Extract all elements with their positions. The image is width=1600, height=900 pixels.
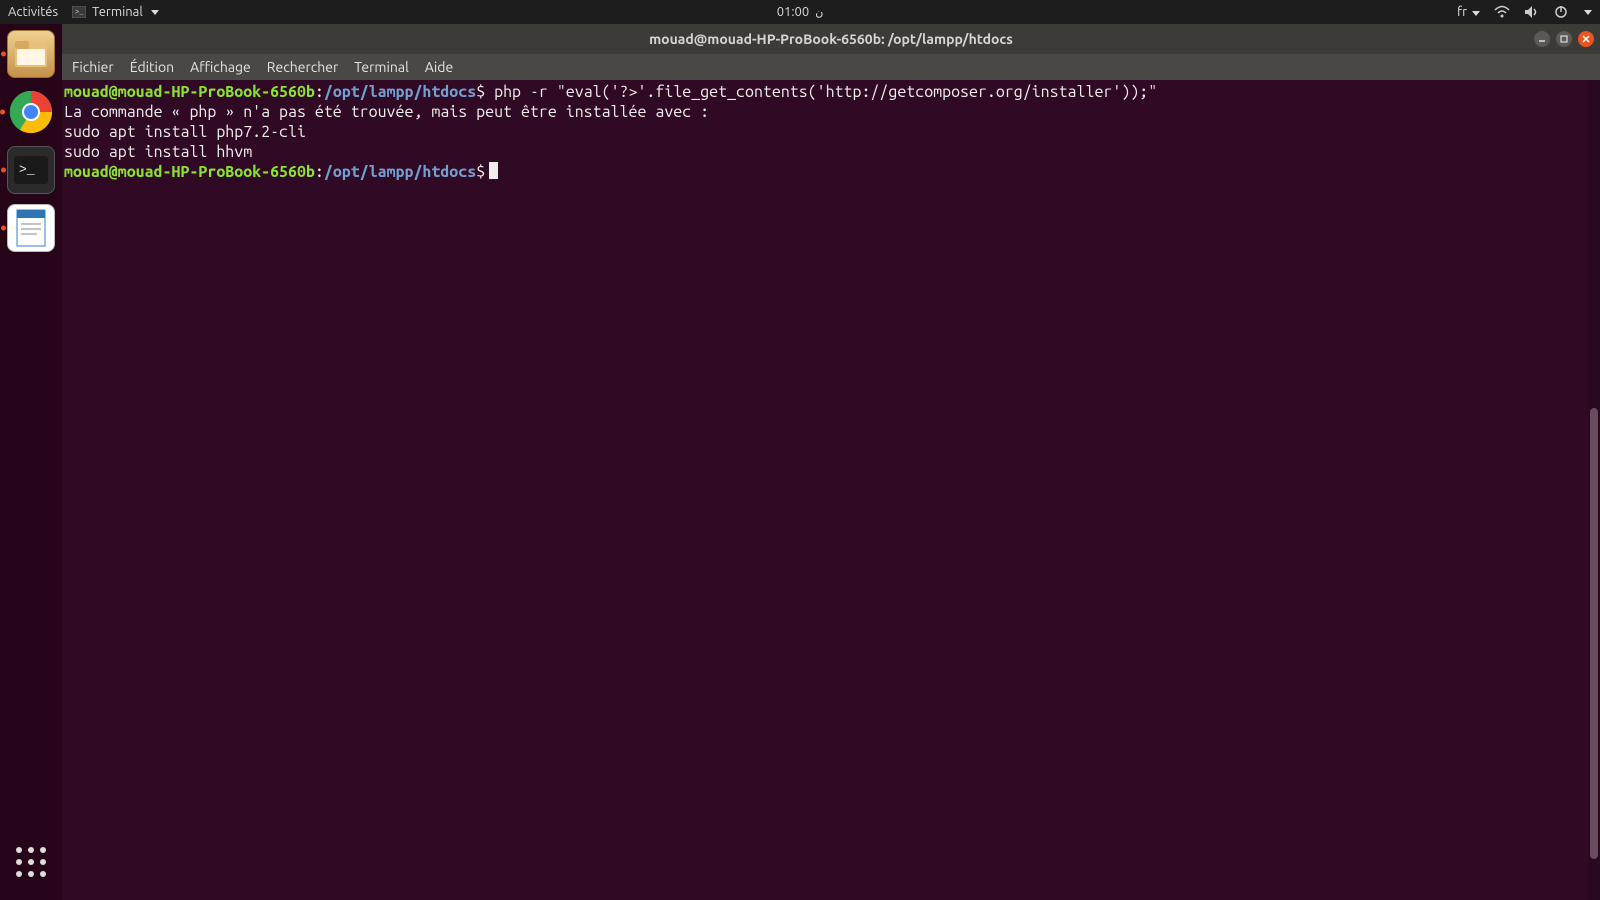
app-menu-label: Terminal bbox=[92, 5, 143, 19]
terminal-window: mouad@mouad-HP-ProBook-6560b: /opt/lampp… bbox=[62, 24, 1600, 900]
chrome-app-icon[interactable] bbox=[7, 88, 55, 136]
wifi-icon[interactable] bbox=[1494, 5, 1510, 19]
activities-button[interactable]: Activités bbox=[8, 5, 58, 19]
show-applications-button[interactable] bbox=[7, 838, 55, 886]
window-controls bbox=[1534, 31, 1594, 47]
window-title: mouad@mouad-HP-ProBook-6560b: /opt/lampp… bbox=[649, 31, 1013, 47]
ubuntu-dock: >_ bbox=[0, 24, 62, 900]
chevron-down-icon bbox=[1584, 10, 1592, 15]
error-line: La commande « php » n'a pas été trouvée,… bbox=[64, 102, 1598, 122]
minimize-button[interactable] bbox=[1534, 31, 1550, 47]
clock-time: 01:00 bbox=[777, 5, 810, 19]
writer-app-icon[interactable] bbox=[7, 204, 55, 252]
terminal-app-icon[interactable]: >_ bbox=[7, 146, 55, 194]
chevron-down-icon bbox=[151, 10, 159, 15]
menu-terminal[interactable]: Terminal bbox=[354, 59, 409, 75]
menu-fichier[interactable]: Fichier bbox=[72, 59, 114, 75]
menu-affichage[interactable]: Affichage bbox=[190, 59, 251, 75]
terminal-menubar: Fichier Édition Affichage Rechercher Ter… bbox=[62, 54, 1600, 80]
terminal-small-icon: >_ bbox=[72, 6, 86, 18]
menu-edition[interactable]: Édition bbox=[130, 59, 174, 75]
text-cursor bbox=[489, 162, 498, 179]
scrollbar-thumb[interactable] bbox=[1590, 408, 1598, 859]
app-menu[interactable]: >_ Terminal bbox=[72, 5, 159, 19]
menu-rechercher[interactable]: Rechercher bbox=[267, 59, 338, 75]
maximize-button[interactable] bbox=[1556, 31, 1572, 47]
window-titlebar[interactable]: mouad@mouad-HP-ProBook-6560b: /opt/lampp… bbox=[62, 24, 1600, 54]
terminal-content[interactable]: mouad@mouad-HP-ProBook-6560b:/opt/lampp/… bbox=[62, 80, 1600, 900]
suggestion-line-1: sudo apt install php7.2-cli bbox=[64, 122, 1598, 142]
terminal-scrollbar[interactable] bbox=[1588, 80, 1600, 900]
prompt-line-2: mouad@mouad-HP-ProBook-6560b:/opt/lampp/… bbox=[64, 162, 1598, 182]
svg-text:>_: >_ bbox=[19, 162, 35, 177]
svg-text:>_: >_ bbox=[75, 9, 84, 17]
keyboard-layout-indicator[interactable]: fr bbox=[1457, 5, 1480, 19]
volume-icon[interactable] bbox=[1524, 5, 1540, 19]
suggestion-line-2: sudo apt install hhvm bbox=[64, 142, 1598, 162]
close-button[interactable] bbox=[1578, 31, 1594, 47]
chevron-down-icon bbox=[1472, 11, 1480, 16]
power-icon[interactable] bbox=[1554, 5, 1568, 19]
menu-aide[interactable]: Aide bbox=[425, 59, 453, 75]
gnome-top-panel: Activités >_ Terminal 01:00 ن fr bbox=[0, 0, 1600, 24]
clock-notif-icon: ن bbox=[815, 6, 823, 19]
prompt-line-1: mouad@mouad-HP-ProBook-6560b:/opt/lampp/… bbox=[64, 82, 1598, 102]
clock[interactable]: 01:00 ن bbox=[777, 5, 824, 19]
files-app-icon[interactable] bbox=[7, 30, 55, 78]
